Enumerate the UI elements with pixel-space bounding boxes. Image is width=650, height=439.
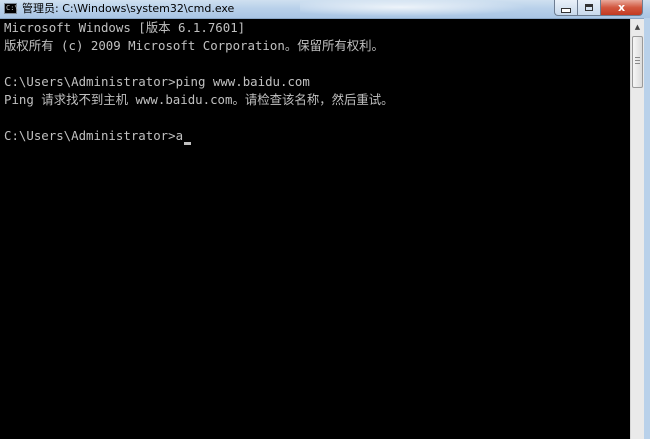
window-frame-right bbox=[644, 18, 650, 439]
maximize-button[interactable] bbox=[577, 0, 600, 16]
command-prompt-line[interactable]: C:\Users\Administrator> a bbox=[4, 127, 630, 145]
maximize-icon bbox=[585, 4, 593, 11]
vertical-scrollbar[interactable]: ▲ bbox=[630, 19, 644, 439]
console-line: C:\Users\Administrator>ping www.baidu.co… bbox=[4, 74, 310, 89]
thumb-grip bbox=[635, 57, 640, 58]
console-output[interactable]: Microsoft Windows [版本 6.1.7601] 版权所有 (c)… bbox=[0, 19, 630, 439]
cmd-app-icon[interactable]: C:\ bbox=[4, 3, 19, 14]
minimize-icon bbox=[561, 8, 571, 13]
caption-buttons: x bbox=[554, 0, 643, 17]
prompt-text: C:\Users\Administrator> bbox=[4, 128, 176, 143]
console-line: 版权所有 (c) 2009 Microsoft Corporation。保留所有… bbox=[4, 38, 384, 53]
scroll-up-arrow-icon[interactable]: ▲ bbox=[631, 19, 644, 35]
close-icon: x bbox=[617, 0, 626, 14]
text-cursor bbox=[184, 142, 192, 145]
minimize-button[interactable] bbox=[554, 0, 577, 16]
scroll-thumb[interactable] bbox=[632, 36, 643, 88]
console-line: Microsoft Windows [版本 6.1.7601] bbox=[4, 20, 246, 35]
thumb-grip bbox=[635, 63, 640, 64]
command-input[interactable]: a bbox=[176, 127, 183, 145]
close-button[interactable]: x bbox=[600, 0, 643, 16]
cmd-window: C:\ 管理员: C:\Windows\system32\cmd.exe x M… bbox=[0, 0, 650, 439]
title-bar[interactable]: C:\ 管理员: C:\Windows\system32\cmd.exe x bbox=[0, 0, 650, 19]
thumb-grip bbox=[635, 60, 640, 61]
console-line: Ping 请求找不到主机 www.baidu.com。请检查该名称，然后重试。 bbox=[4, 92, 394, 107]
window-title: 管理员: C:\Windows\system32\cmd.exe bbox=[22, 2, 235, 15]
